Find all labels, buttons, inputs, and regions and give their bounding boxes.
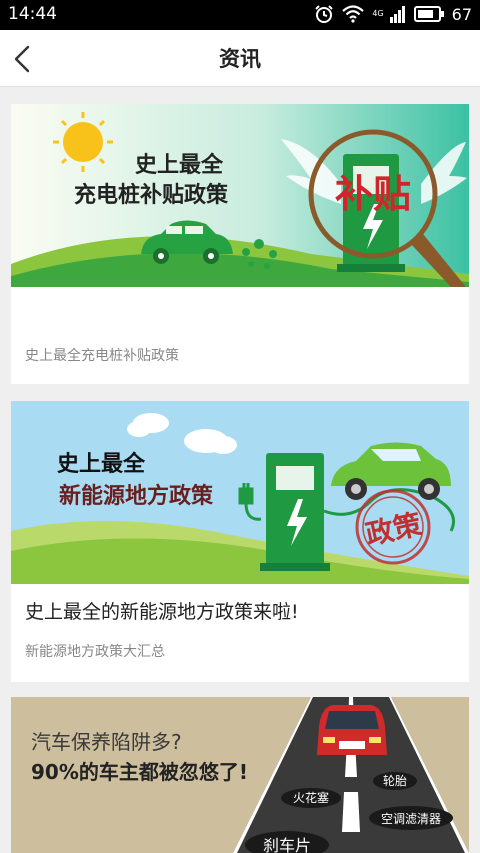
banner-line2: 充电桩补贴政策 (74, 182, 229, 208)
article-headline: 史上最全的新能源地方政策来啦! (25, 601, 299, 623)
article-card[interactable]: 史上最全 充电桩补贴政策 补贴 史上最全充电桩补贴政策 (11, 104, 469, 384)
article-banner: 史上最全 充电桩补贴政策 补贴 (11, 104, 469, 287)
wifi-icon (342, 5, 365, 23)
status-time: 14:44 (8, 4, 57, 24)
banner-line1: 史上最全 (57, 451, 146, 477)
status-bar: 14:44 4G 67 (0, 0, 480, 30)
pothole-label: 轮胎 (383, 774, 407, 788)
article-summary: 新能源地方政策大汇总 (25, 644, 165, 660)
status-icons: 4G 67 (314, 4, 472, 24)
banner-stamp: 补贴 (335, 172, 411, 216)
article-banner: 政策 史上最全 新能源地方政策 (11, 401, 469, 584)
article-card[interactable]: 政策 史上最全 新能源地方政策 史上最全的新能源地方政策来啦! 新能源地方政策大… (11, 401, 469, 682)
charging-station-icon (260, 453, 330, 571)
page-title: 资讯 (219, 47, 261, 71)
article-banner: 轮胎 火花塞 空调滤清器 刹车片 汽车保养陷阱多? 90%的车主都被忽悠了! (11, 697, 469, 853)
banner-line2: 新能源地方政策 (59, 483, 214, 509)
article-card[interactable]: 轮胎 火花塞 空调滤清器 刹车片 汽车保养陷阱多? 90%的车主都被忽悠了! (11, 697, 469, 853)
app-bar: 资讯 (0, 30, 480, 87)
car-icon (317, 705, 387, 755)
battery-level: 67 (451, 4, 472, 24)
article-summary: 史上最全充电桩补贴政策 (25, 348, 179, 364)
pothole-label: 火花塞 (293, 790, 329, 805)
network-type: 4G (372, 9, 384, 18)
banner-line1: 史上最全 (135, 152, 224, 178)
battery-icon (413, 6, 444, 22)
banner-line2: 90%的车主都被忽悠了! (31, 760, 248, 784)
banner-line1: 汽车保养陷阱多? (31, 730, 182, 754)
alarm-icon (315, 5, 334, 23)
signal-icon (389, 6, 405, 23)
pothole-label: 刹车片 (263, 836, 311, 853)
pothole-label: 空调滤清器 (381, 812, 441, 826)
